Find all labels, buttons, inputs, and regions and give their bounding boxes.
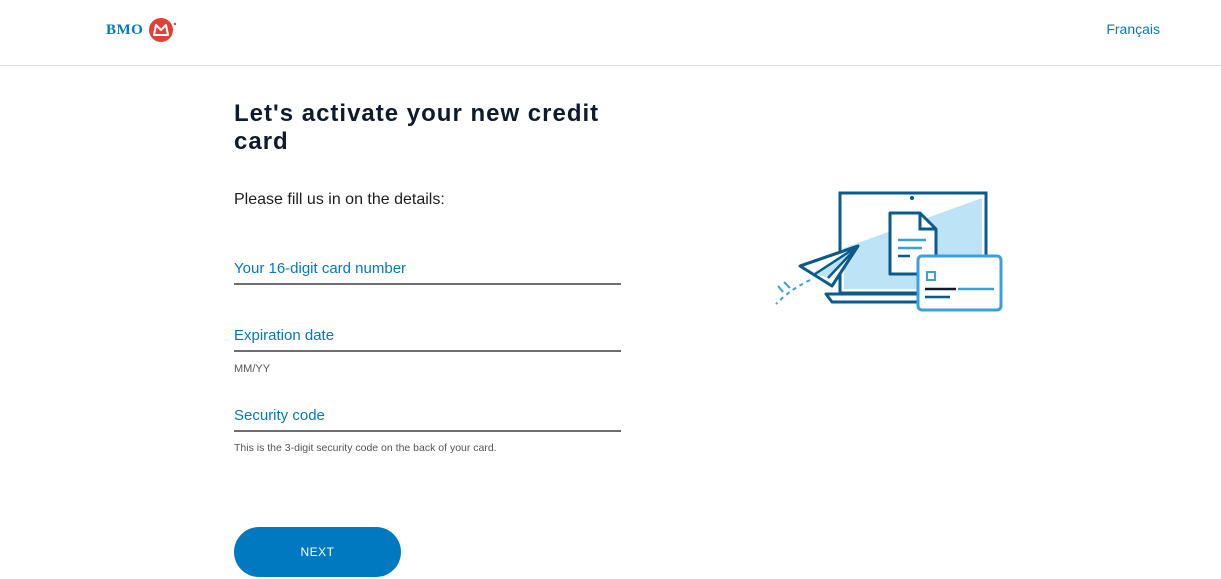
activation-form: Let's activate your new credit card Plea… (234, 100, 621, 454)
security-code-input[interactable] (234, 430, 621, 432)
expiration-label: Expiration date (234, 327, 335, 344)
page-title: Let's activate your new credit card (234, 100, 600, 155)
next-button[interactable]: NEXT (234, 527, 401, 577)
expiration-hint: MM/YY (234, 363, 271, 375)
bmo-roundel-icon (149, 18, 177, 42)
expiration-field: Expiration date MM/YY (234, 327, 621, 375)
expiration-input[interactable] (234, 350, 621, 352)
intro-text: Please fill us in on the details: (234, 191, 445, 208)
laptop-card-paper-plane-illustration (775, 191, 1003, 312)
security-code-hint: This is the 3-digit security code on the… (234, 442, 497, 454)
card-number-label: Your 16-digit card number (234, 260, 407, 277)
card-number-input[interactable] (234, 283, 621, 285)
site-header: BMO Français (0, 0, 1221, 66)
security-code-field: Security code This is the 3-digit securi… (234, 407, 621, 454)
bmo-logo[interactable]: BMO (106, 15, 177, 45)
card-number-field: Your 16-digit card number (234, 260, 621, 285)
security-code-label: Security code (234, 407, 325, 424)
logo-text: BMO (106, 21, 144, 38)
language-toggle-link[interactable]: Français (1106, 21, 1160, 37)
